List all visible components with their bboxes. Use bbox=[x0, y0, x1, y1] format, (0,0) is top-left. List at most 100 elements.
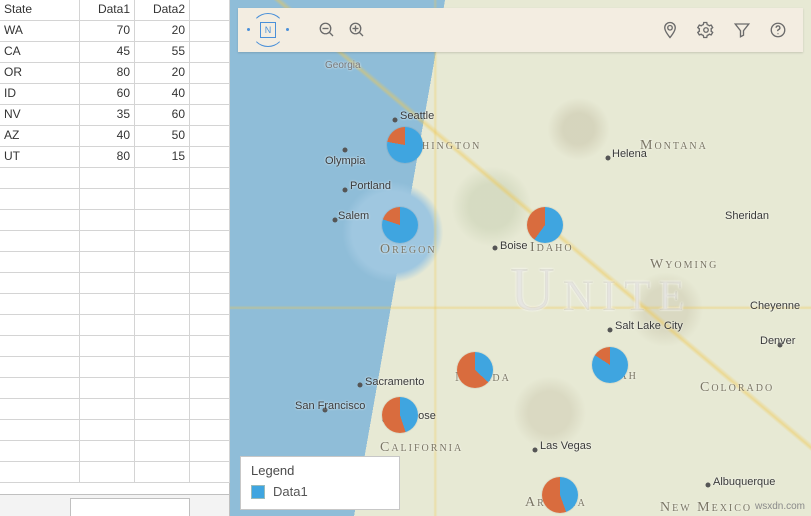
grid-cell[interactable] bbox=[190, 168, 230, 189]
grid-cell[interactable]: 70 bbox=[80, 21, 135, 42]
grid-cell[interactable] bbox=[135, 399, 190, 420]
grid-cell[interactable]: 40 bbox=[80, 126, 135, 147]
grid-cell[interactable] bbox=[80, 294, 135, 315]
zoom-out-button[interactable] bbox=[312, 15, 342, 45]
header-cell[interactable]: State bbox=[0, 0, 80, 21]
grid-cell[interactable]: AZ bbox=[0, 126, 80, 147]
grid-cell[interactable] bbox=[190, 378, 230, 399]
grid-cell[interactable] bbox=[190, 420, 230, 441]
grid-cell[interactable] bbox=[190, 105, 230, 126]
grid-cell[interactable] bbox=[0, 399, 80, 420]
filter-funnel-icon[interactable] bbox=[727, 15, 757, 45]
grid-cell[interactable] bbox=[135, 315, 190, 336]
grid-cell[interactable] bbox=[80, 399, 135, 420]
grid-cell[interactable] bbox=[135, 294, 190, 315]
grid-cell[interactable]: CA bbox=[0, 42, 80, 63]
grid-cell[interactable] bbox=[190, 399, 230, 420]
grid-cell[interactable]: 80 bbox=[80, 147, 135, 168]
grid-cell[interactable] bbox=[190, 189, 230, 210]
grid-cell[interactable] bbox=[0, 378, 80, 399]
grid-cell[interactable] bbox=[0, 210, 80, 231]
grid-cell[interactable] bbox=[0, 273, 80, 294]
grid-cell[interactable] bbox=[135, 441, 190, 462]
grid-cell[interactable] bbox=[0, 168, 80, 189]
grid-cell[interactable]: 20 bbox=[135, 21, 190, 42]
grid-cell[interactable]: WA bbox=[0, 21, 80, 42]
grid-cell[interactable] bbox=[190, 21, 230, 42]
zoom-in-button[interactable] bbox=[342, 15, 372, 45]
pie-marker-ca[interactable] bbox=[382, 397, 418, 433]
grid-cell[interactable] bbox=[80, 252, 135, 273]
grid-cell[interactable] bbox=[0, 252, 80, 273]
grid-cell[interactable] bbox=[80, 441, 135, 462]
grid-cell[interactable]: 55 bbox=[135, 42, 190, 63]
grid-cell[interactable]: 15 bbox=[135, 147, 190, 168]
pie-marker-or[interactable] bbox=[382, 207, 418, 243]
grid-cell[interactable] bbox=[80, 189, 135, 210]
grid-cell[interactable] bbox=[190, 231, 230, 252]
map-panel[interactable]: N bbox=[230, 0, 811, 516]
pie-marker-nv[interactable] bbox=[457, 352, 493, 388]
location-pin-icon[interactable] bbox=[655, 15, 685, 45]
grid-cell[interactable] bbox=[190, 147, 230, 168]
grid-cell[interactable] bbox=[135, 420, 190, 441]
compass-control[interactable]: N bbox=[248, 10, 288, 50]
grid-cell[interactable]: OR bbox=[0, 63, 80, 84]
sheet-tab[interactable] bbox=[70, 498, 190, 516]
grid-cell[interactable] bbox=[80, 210, 135, 231]
grid-cell[interactable] bbox=[0, 336, 80, 357]
grid-cell[interactable]: 50 bbox=[135, 126, 190, 147]
header-cell[interactable] bbox=[190, 0, 230, 21]
grid-cell[interactable] bbox=[135, 189, 190, 210]
grid-cell[interactable] bbox=[190, 210, 230, 231]
header-cell[interactable]: Data2 bbox=[135, 0, 190, 21]
grid-cell[interactable] bbox=[190, 42, 230, 63]
grid-cell[interactable] bbox=[135, 336, 190, 357]
pie-marker-ut[interactable] bbox=[592, 347, 628, 383]
grid-cell[interactable] bbox=[190, 252, 230, 273]
grid-cell[interactable] bbox=[190, 126, 230, 147]
grid-cell[interactable] bbox=[0, 315, 80, 336]
grid-cell[interactable] bbox=[80, 357, 135, 378]
grid-cell[interactable] bbox=[80, 336, 135, 357]
grid-cell[interactable] bbox=[80, 420, 135, 441]
grid-cell[interactable] bbox=[80, 231, 135, 252]
grid-cell[interactable]: UT bbox=[0, 147, 80, 168]
grid-cell[interactable] bbox=[135, 273, 190, 294]
grid-cell[interactable]: 45 bbox=[80, 42, 135, 63]
grid-cell[interactable] bbox=[0, 420, 80, 441]
map-surface[interactable]: Unite Washington Oregon Idaho Montana Wy… bbox=[230, 0, 811, 516]
grid-cell[interactable] bbox=[190, 336, 230, 357]
grid-cell[interactable]: 60 bbox=[135, 105, 190, 126]
settings-gear-icon[interactable] bbox=[691, 15, 721, 45]
grid-cell[interactable]: NV bbox=[0, 105, 80, 126]
grid-cell[interactable] bbox=[0, 462, 80, 483]
grid-cell[interactable] bbox=[190, 63, 230, 84]
grid-cell[interactable] bbox=[80, 378, 135, 399]
grid-cell[interactable]: 60 bbox=[80, 84, 135, 105]
grid-cell[interactable]: 20 bbox=[135, 63, 190, 84]
grid-cell[interactable] bbox=[0, 294, 80, 315]
header-cell[interactable]: Data1 bbox=[80, 0, 135, 21]
grid-cell[interactable] bbox=[135, 252, 190, 273]
grid-cell[interactable] bbox=[80, 273, 135, 294]
grid-cell[interactable] bbox=[80, 462, 135, 483]
grid-cell[interactable]: ID bbox=[0, 84, 80, 105]
help-icon[interactable] bbox=[763, 15, 793, 45]
grid-cell[interactable] bbox=[135, 210, 190, 231]
grid-cell[interactable] bbox=[190, 273, 230, 294]
grid-cell[interactable] bbox=[190, 357, 230, 378]
grid-cell[interactable] bbox=[0, 189, 80, 210]
grid-cell[interactable]: 35 bbox=[80, 105, 135, 126]
grid-cell[interactable] bbox=[190, 441, 230, 462]
grid-cell[interactable] bbox=[190, 462, 230, 483]
pie-marker-wa[interactable] bbox=[387, 127, 423, 163]
grid-cell[interactable] bbox=[190, 84, 230, 105]
grid-cell[interactable] bbox=[135, 231, 190, 252]
grid-cell[interactable] bbox=[135, 378, 190, 399]
grid-cell[interactable] bbox=[190, 294, 230, 315]
grid-cell[interactable] bbox=[135, 168, 190, 189]
grid-cell[interactable] bbox=[190, 315, 230, 336]
grid-cell[interactable] bbox=[0, 357, 80, 378]
grid-cell[interactable]: 40 bbox=[135, 84, 190, 105]
